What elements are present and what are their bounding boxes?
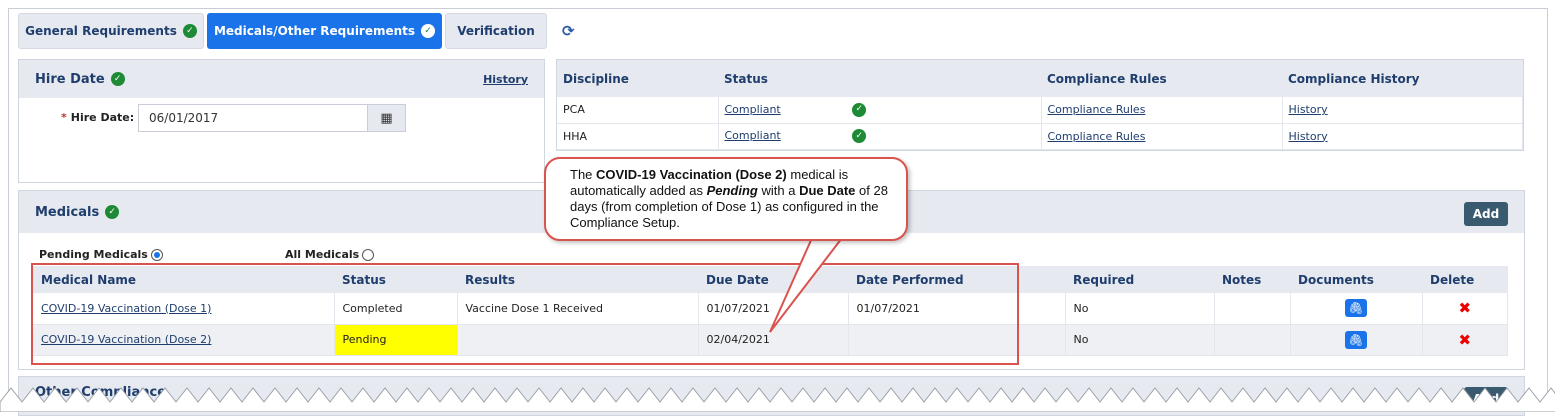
callout-bold: COVID-19 Vaccination (Dose 2): [596, 167, 787, 182]
date-performed-cell: [848, 324, 1066, 356]
tab-label: Medicals/Other Requirements: [213, 24, 416, 38]
panel-title: Medicals: [35, 204, 100, 220]
discipline-cell: PCA: [557, 97, 719, 124]
table-row: PCA Compliant ✓ Compliance Rules History: [557, 97, 1523, 124]
check-circle-icon: ✓: [852, 102, 867, 117]
hire-date-label: * Hire Date:: [61, 111, 134, 124]
check-circle-icon: ✓: [110, 72, 125, 86]
callout-bold-italic: Pending: [706, 183, 758, 198]
column-header: Status: [718, 60, 1041, 97]
tab-medicals-other-requirements[interactable]: Medicals/Other Requirements ✓: [207, 13, 442, 49]
tab-general-requirements[interactable]: General Requirements ✓: [18, 13, 204, 49]
table-row: HHA Compliant ✓ Compliance Rules History: [557, 123, 1523, 150]
notes-cell: [1214, 293, 1291, 325]
medical-name-link[interactable]: COVID-19 Vaccination (Dose 2): [41, 333, 211, 346]
panel-title: Hire Date: [35, 71, 105, 87]
history-cell: History: [1282, 123, 1523, 150]
discipline-panel: Discipline Status Compliance Rules Compl…: [556, 59, 1524, 151]
callout-text: with a: [757, 183, 800, 198]
rules-cell: Compliance Rules: [1041, 97, 1283, 124]
filter-label: All Medicals: [285, 248, 360, 261]
medical-name-link[interactable]: COVID-19 Vaccination (Dose 1): [41, 302, 211, 315]
column-header: Required: [1065, 266, 1214, 293]
date-performed-cell: 01/07/2021: [848, 293, 1066, 325]
filter-label: Pending Medicals: [39, 248, 148, 261]
annotation-callout: The COVID-19 Vaccination (Dose 2) medica…: [544, 157, 908, 241]
rules-cell: Compliance Rules: [1041, 123, 1283, 150]
hire-date-input[interactable]: [138, 104, 368, 132]
documents-cell: 🖇: [1290, 324, 1423, 356]
delete-cell: ✖: [1422, 324, 1508, 356]
radio-selected-icon[interactable]: [150, 248, 163, 261]
medical-name-cell: COVID-19 Vaccination (Dose 2): [33, 324, 335, 356]
column-header: Compliance Rules: [1041, 60, 1282, 97]
history-cell: History: [1282, 97, 1523, 124]
check-circle-icon: ✓: [852, 129, 867, 143]
table-header-row: Medical Name Status Results Due Date Dat…: [33, 266, 1508, 293]
delete-x-icon[interactable]: ✖: [1458, 331, 1471, 349]
discipline-cell: HHA: [557, 123, 719, 150]
notes-cell: [1214, 324, 1291, 356]
check-circle-icon: ✓: [105, 205, 120, 219]
hire-date-panel: Hire Date ✓ History *Hire Date: ▦: [18, 59, 545, 183]
status-cell: Completed: [334, 293, 458, 325]
required-cell: No: [1065, 324, 1215, 356]
medical-name-cell: COVID-19 Vaccination (Dose 1): [33, 293, 335, 325]
check-circle-icon: ✓: [421, 24, 436, 38]
column-header: Documents: [1290, 266, 1422, 293]
radio-icon[interactable]: [362, 248, 375, 261]
calendar-icon[interactable]: ▦: [367, 104, 406, 132]
column-header: Delete: [1422, 266, 1508, 293]
other-compliance-panel: Other Compliance Add: [18, 376, 1525, 416]
delete-cell: ✖: [1422, 293, 1508, 325]
results-cell: Vaccine Dose 1 Received: [457, 293, 699, 325]
column-header: Compliance History: [1282, 60, 1523, 97]
callout-text: The: [570, 167, 597, 182]
callout-bold: Due Date: [799, 183, 856, 198]
compliance-history-link[interactable]: History: [1289, 103, 1328, 116]
required-cell: No: [1065, 293, 1215, 325]
add-medical-button[interactable]: Add: [1464, 202, 1508, 226]
column-header: Results: [457, 266, 698, 293]
compliance-rules-link[interactable]: Compliance Rules: [1048, 103, 1146, 116]
hire-date-label-text: Hire Date:: [70, 111, 135, 124]
medicals-table: Medical Name Status Results Due Date Dat…: [33, 266, 1508, 356]
delete-x-icon[interactable]: ✖: [1458, 299, 1471, 317]
status-cell-pending: Pending: [334, 324, 458, 356]
required-mark: *: [61, 111, 67, 124]
panel-title: Other Compliance: [35, 385, 167, 400]
paperclip-icon[interactable]: 🖇: [1345, 330, 1367, 349]
table-header-row: Discipline Status Compliance Rules Compl…: [557, 60, 1523, 97]
tab-label: Verification: [457, 24, 535, 38]
compliance-rules-link[interactable]: Compliance Rules: [1048, 130, 1146, 143]
hire-date-history-link[interactable]: History: [483, 73, 528, 86]
discipline-table: Discipline Status Compliance Rules Compl…: [557, 60, 1523, 150]
check-circle-icon: ✓: [182, 24, 197, 38]
column-header: Status: [334, 266, 457, 293]
column-header: Date Performed: [848, 266, 1065, 293]
all-medicals-filter[interactable]: All Medicals: [285, 248, 375, 261]
table-row: COVID-19 Vaccination (Dose 1) Completed …: [33, 293, 1508, 325]
results-cell: [457, 324, 699, 356]
status-cell: Compliant ✓: [718, 123, 1042, 150]
due-date-cell: 02/04/2021: [698, 324, 849, 356]
column-header: Notes: [1214, 266, 1290, 293]
paperclip-icon[interactable]: 🖇: [1345, 299, 1367, 318]
hire-date-header: Hire Date ✓ History: [19, 60, 544, 98]
tab-label: General Requirements: [25, 24, 177, 38]
add-other-compliance-button[interactable]: Add: [1464, 387, 1508, 411]
column-header: Due Date: [698, 266, 848, 293]
table-row: COVID-19 Vaccination (Dose 2) Pending 02…: [33, 324, 1508, 356]
pending-medicals-filter[interactable]: Pending Medicals: [39, 248, 163, 261]
column-header: Discipline: [557, 60, 718, 97]
column-header: Medical Name: [33, 266, 334, 293]
refresh-icon[interactable]: ⟳: [562, 22, 575, 40]
status-link[interactable]: Compliant: [725, 103, 781, 116]
tab-verification[interactable]: Verification: [445, 13, 547, 49]
due-date-cell: 01/07/2021: [698, 293, 849, 325]
status-cell: Compliant ✓: [718, 97, 1042, 124]
compliance-history-link[interactable]: History: [1289, 130, 1328, 143]
status-link[interactable]: Compliant: [725, 129, 781, 142]
documents-cell: 🖇: [1290, 293, 1423, 325]
